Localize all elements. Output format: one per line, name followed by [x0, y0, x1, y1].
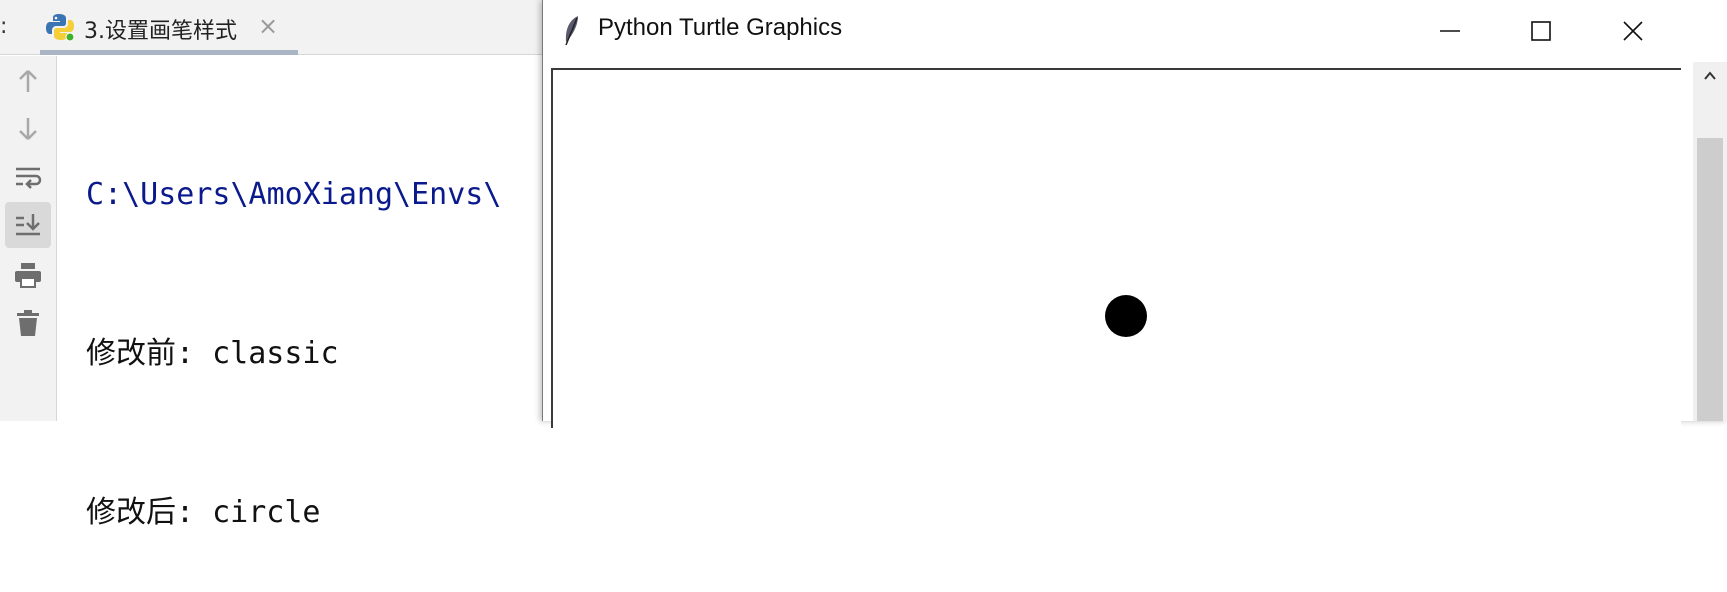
close-button[interactable] [1588, 0, 1678, 62]
window-title: Python Turtle Graphics [598, 14, 843, 41]
close-icon [1623, 21, 1643, 41]
feather-icon [565, 16, 578, 46]
turtle-circle-shape [1105, 295, 1147, 337]
soft-wrap-button[interactable] [5, 154, 51, 200]
minimize-icon [1440, 30, 1460, 32]
console-path-line: C:\Users\AmoXiang\Envs\ [86, 177, 502, 212]
arrow-down-icon [19, 118, 37, 140]
turtle-graphics-window[interactable]: Python Turtle Graphics [542, 0, 1727, 428]
python-file-icon [46, 14, 75, 42]
next-down-button[interactable] [5, 106, 51, 152]
window-titlebar[interactable]: Python Turtle Graphics [543, 0, 1727, 62]
tab-label: 3.设置画笔样式 [84, 19, 237, 44]
rerun-up-button[interactable] [5, 58, 51, 104]
scroll-to-end-button[interactable] [5, 202, 51, 248]
maximize-icon [1531, 21, 1551, 41]
soft-wrap-icon [16, 167, 42, 189]
tab-run-config[interactable]: 3.设置画笔样式 × [40, 0, 298, 55]
chevron-up-icon [1704, 71, 1716, 80]
print-button[interactable] [5, 252, 51, 298]
minimize-button[interactable] [1405, 0, 1495, 62]
print-icon [15, 263, 41, 288]
clear-all-button[interactable] [5, 300, 51, 346]
console-output-after: 修改后: circle [86, 495, 321, 530]
arrow-up-icon [19, 70, 37, 92]
run-toolbar [0, 56, 57, 421]
turtle-canvas[interactable] [551, 68, 1681, 428]
run-console: C:\Users\AmoXiang\Envs\ 修改前: classic 修改后… [86, 62, 501, 592]
vertical-scrollbar[interactable] [1693, 62, 1727, 421]
trash-icon [17, 310, 39, 336]
scroll-up-button[interactable] [1693, 68, 1727, 98]
active-tab-indicator [40, 50, 298, 55]
scrollbar-thumb[interactable] [1697, 138, 1723, 421]
scroll-to-end-icon [16, 214, 40, 236]
maximize-button[interactable] [1496, 0, 1586, 62]
console-output-before: 修改前: classic [86, 336, 339, 371]
tab-close-icon[interactable]: × [258, 12, 278, 40]
tab-bar-prefix: : [0, 14, 8, 39]
